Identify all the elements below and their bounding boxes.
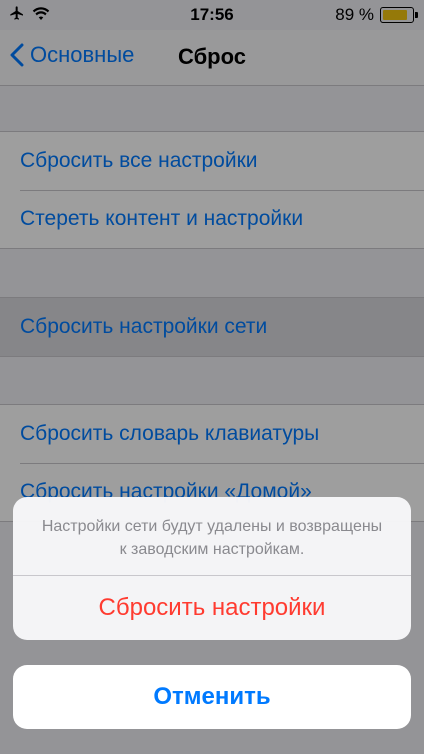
action-sheet: Настройки сети будут удалены и возвращен… — [13, 497, 411, 640]
reset-settings-button[interactable]: Сбросить настройки — [13, 576, 411, 640]
action-sheet-message: Настройки сети будут удалены и возвращен… — [41, 518, 383, 558]
cancel-button[interactable]: Отменить — [13, 665, 411, 729]
dim-overlay[interactable] — [0, 0, 424, 754]
